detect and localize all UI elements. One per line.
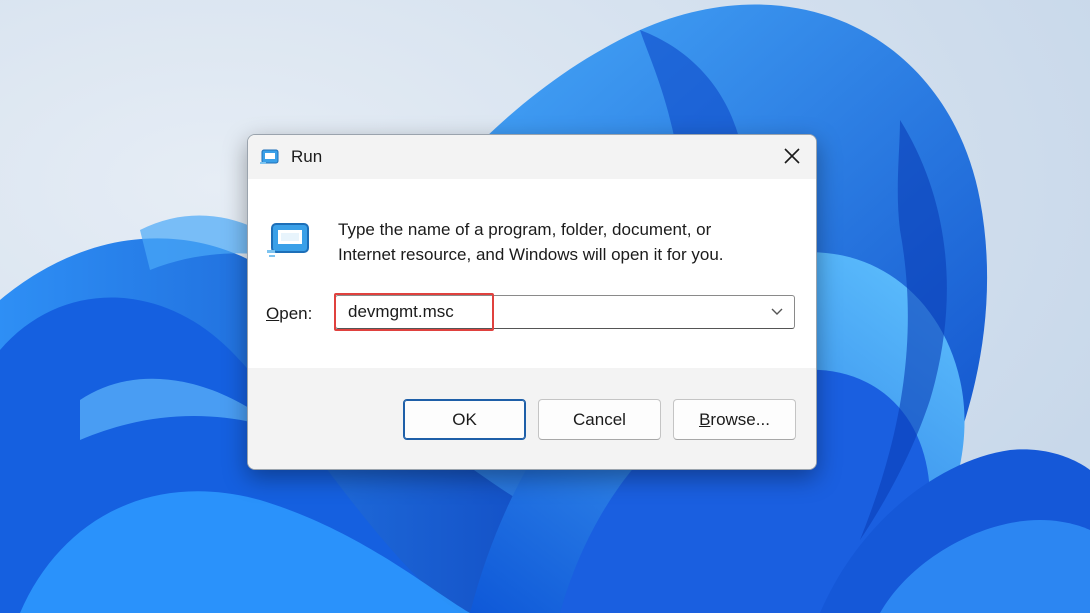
run-icon — [267, 222, 311, 258]
cancel-button[interactable]: Cancel — [538, 399, 661, 440]
browse-button[interactable]: Browse... — [673, 399, 796, 440]
title-bar[interactable]: Run — [248, 135, 816, 179]
close-icon — [784, 148, 800, 164]
browse-accesskey: B — [699, 410, 711, 429]
ok-button[interactable]: OK — [403, 399, 526, 440]
run-icon — [260, 149, 280, 165]
browse-label-rest: rowse... — [710, 410, 770, 429]
dialog-content: Type the name of a program, folder, docu… — [248, 179, 816, 368]
description-line: Internet resource, and Windows will open… — [338, 245, 724, 264]
open-label-rest: pen: — [279, 304, 313, 323]
open-label: Open: — [266, 304, 312, 324]
run-dialog: Run Type the name of a program, folder, … — [247, 134, 817, 470]
chevron-down-icon — [771, 308, 783, 315]
dialog-footer: OK Cancel Browse... — [248, 368, 816, 469]
desktop: Run Type the name of a program, folder, … — [0, 0, 1090, 613]
close-button[interactable] — [768, 135, 816, 179]
description-line: Type the name of a program, folder, docu… — [338, 220, 712, 239]
open-label-accesskey: O — [266, 304, 280, 323]
open-combobox[interactable] — [335, 295, 795, 329]
description-text: Type the name of a program, folder, docu… — [338, 217, 798, 267]
dialog-title: Run — [291, 147, 323, 166]
dropdown-button[interactable] — [760, 296, 794, 328]
open-input[interactable] — [336, 296, 756, 328]
